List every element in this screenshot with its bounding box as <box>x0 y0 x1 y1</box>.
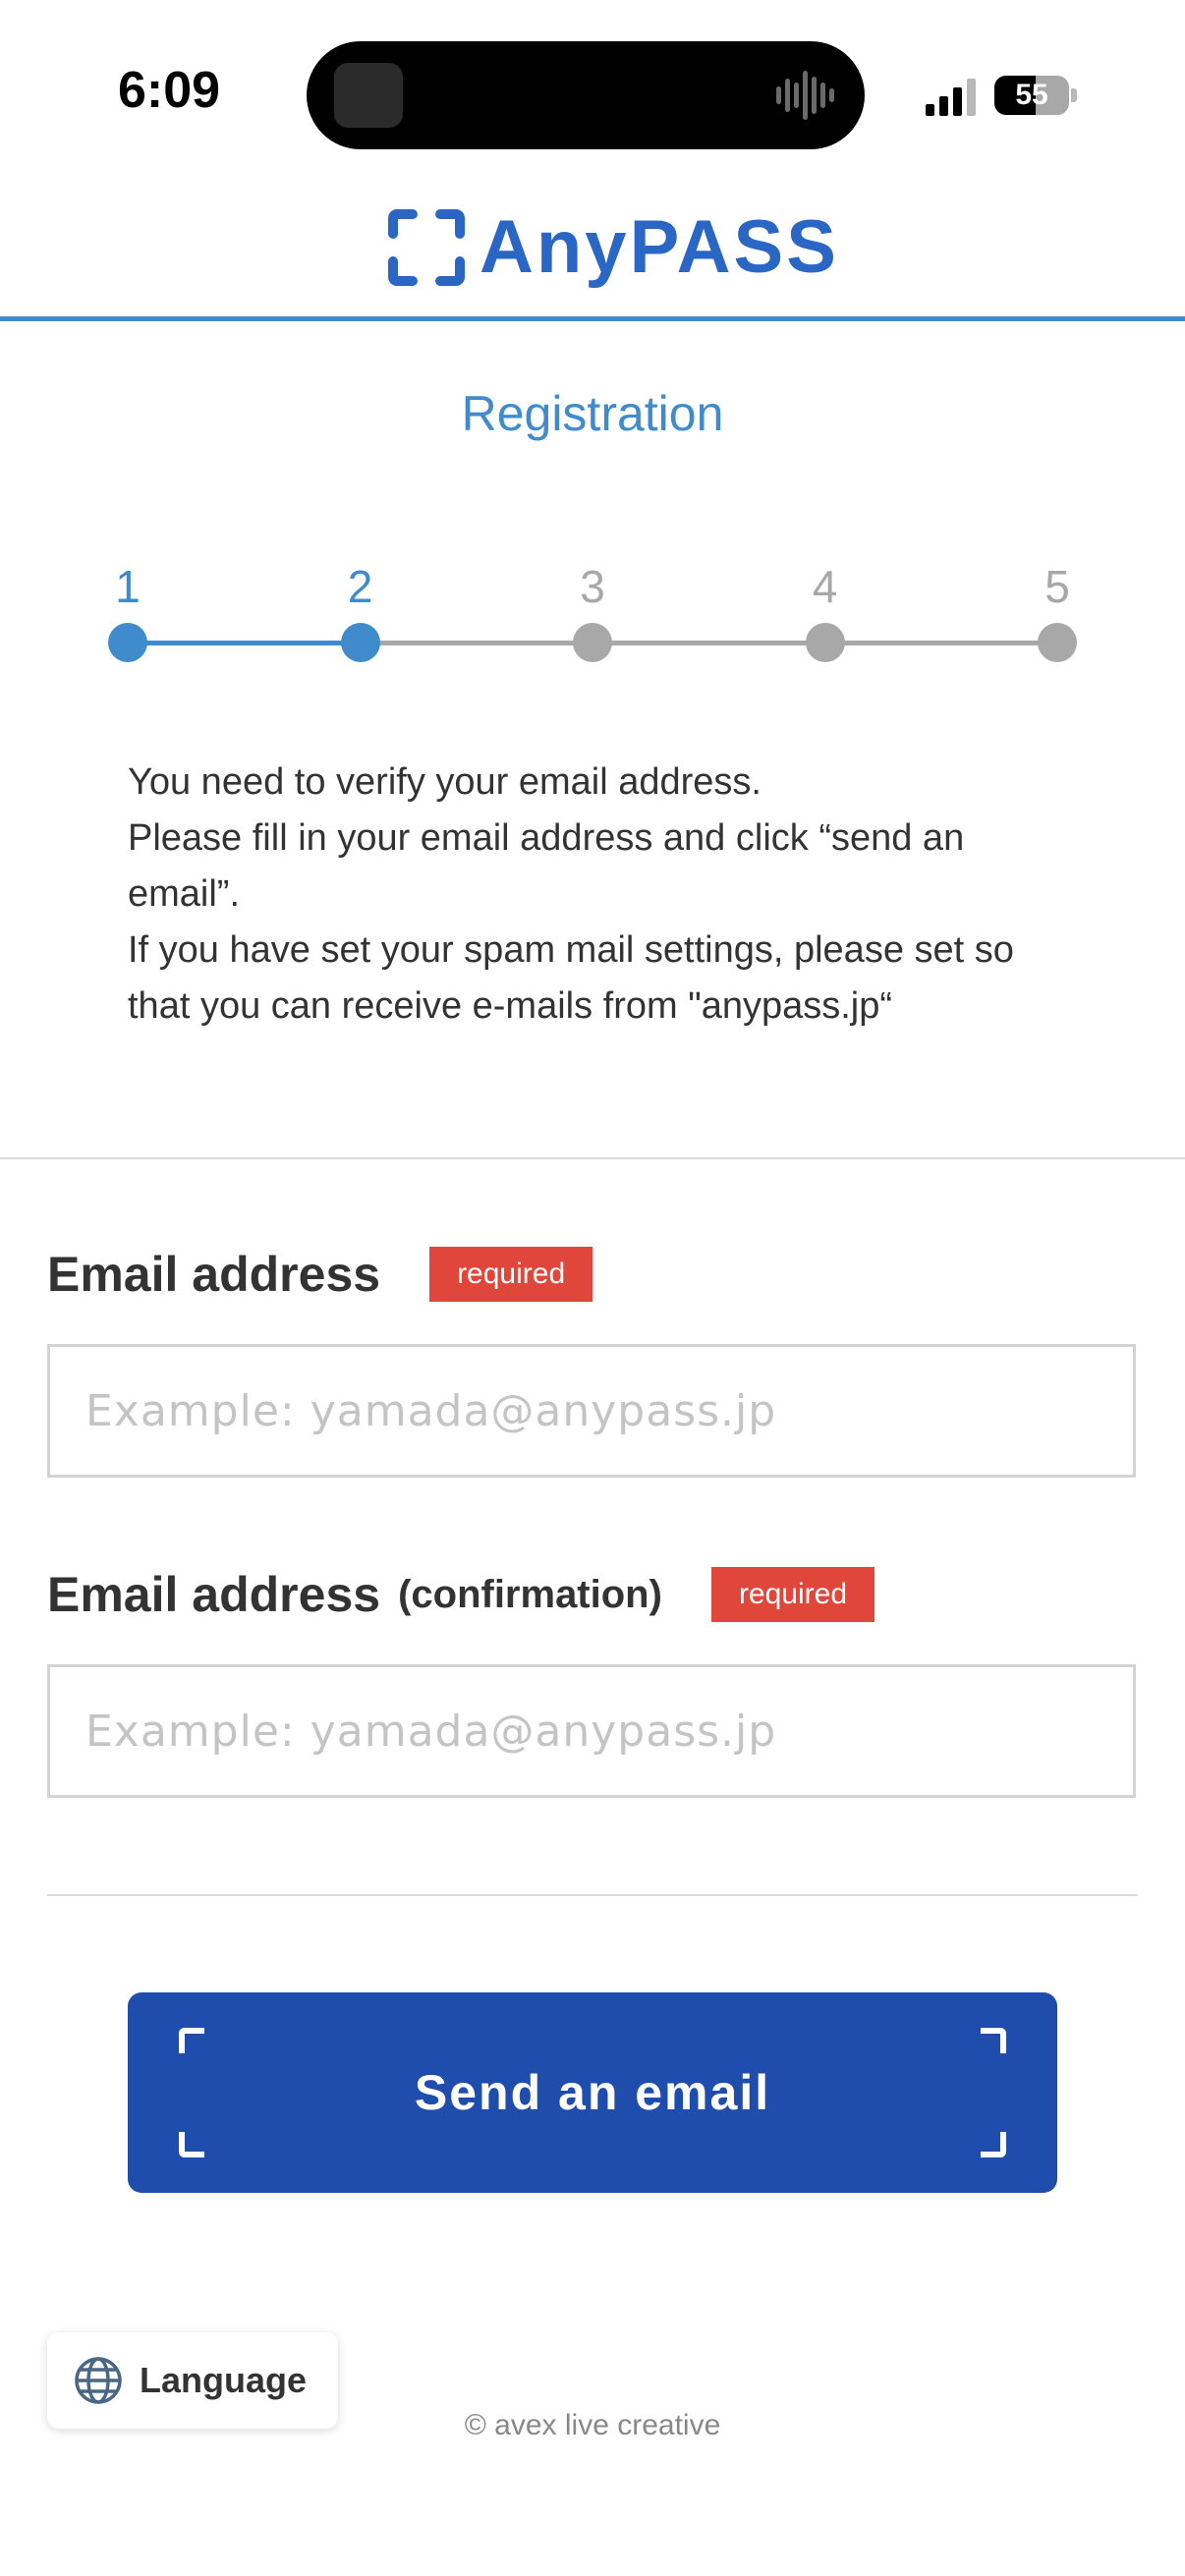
battery-icon: 55 <box>994 76 1069 115</box>
dynamic-island <box>307 41 865 149</box>
status-bar: 6:09 55 <box>0 0 1185 167</box>
logo-text: AnyPASS <box>480 205 839 289</box>
anypass-logo: AnyPASS <box>387 208 839 287</box>
bracket-corner <box>179 2028 204 2053</box>
section-divider <box>0 1157 1185 1159</box>
now-playing-artwork <box>334 63 403 128</box>
audio-wave-icon <box>776 71 834 120</box>
battery-nub <box>1071 88 1077 102</box>
send-email-button[interactable]: Send an email <box>128 1992 1057 2193</box>
globe-icon <box>75 2357 122 2404</box>
email-confirmation-field[interactable] <box>47 1664 1136 1798</box>
email-label: Email address required <box>47 1246 593 1303</box>
status-time: 6:09 <box>118 62 221 119</box>
bracket-corner <box>981 2028 1006 2053</box>
step-dot-4 <box>805 623 845 662</box>
step-number-2: 2 <box>347 561 373 612</box>
step-dot-2 <box>340 623 380 662</box>
step-number-5: 5 <box>1044 561 1070 612</box>
intro-line-1: You need to verify your email address. <box>128 761 762 803</box>
bracket-corner <box>981 2132 1006 2157</box>
send-email-label: Send an email <box>414 2065 771 2120</box>
required-badge: required <box>710 1567 875 1622</box>
page-title: Registration <box>461 386 724 441</box>
step-connector <box>592 641 825 645</box>
step-number-3: 3 <box>580 561 605 612</box>
email-label-text: Email address <box>47 1247 381 1302</box>
registration-stepper: 1 2 3 4 5 <box>0 550 1185 668</box>
bracket-corner <box>179 2132 204 2157</box>
battery-level: 55 <box>1015 79 1048 111</box>
intro-line-3: If you have set your spam mail settings,… <box>128 929 1014 1027</box>
confirmation-sublabel: (confirmation) <box>398 1572 662 1616</box>
step-connector <box>824 641 1057 645</box>
intro-line-2: Please fill in your email address and cl… <box>128 817 965 915</box>
step-dot-1 <box>108 623 147 662</box>
form-divider <box>47 1894 1138 1896</box>
required-badge: required <box>429 1247 593 1302</box>
step-dot-5 <box>1038 623 1077 662</box>
intro-text: You need to verify your email address. P… <box>128 755 1071 1035</box>
step-dot-3 <box>573 623 612 662</box>
email-field[interactable] <box>47 1344 1136 1478</box>
logo-bracket-icon <box>388 209 465 286</box>
email-confirmation-label-text: Email address <box>47 1567 381 1622</box>
copyright: © avex live creative <box>464 2409 721 2441</box>
step-connector <box>128 641 361 645</box>
step-connector <box>360 641 592 645</box>
cellular-signal-icon <box>926 79 976 116</box>
email-confirmation-label: Email address (confirmation) required <box>47 1566 875 1623</box>
step-number-1: 1 <box>115 561 141 612</box>
step-number-4: 4 <box>812 561 838 612</box>
language-label: Language <box>140 2360 308 2400</box>
app-header: AnyPASS <box>0 167 1185 321</box>
